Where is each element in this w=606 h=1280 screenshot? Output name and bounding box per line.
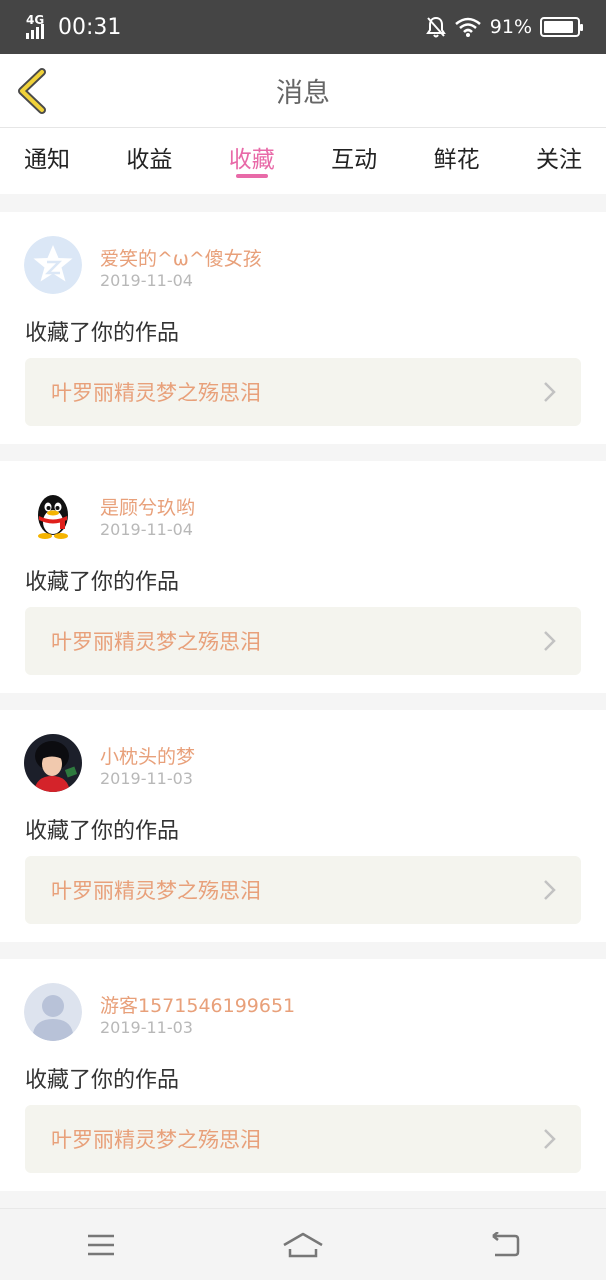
wifi-icon <box>454 17 481 37</box>
date: 2019-11-04 <box>100 520 193 539</box>
tab-notify[interactable]: 通知 <box>24 128 70 194</box>
action-text: 收藏了你的作品 <box>25 570 180 595</box>
chevron-right-icon <box>544 880 556 900</box>
user-name[interactable]: 是顾兮玖哟 <box>100 493 195 520</box>
user-name[interactable]: 游客1571546199651 <box>100 991 295 1018</box>
work-title: 叶罗丽精灵梦之殇思泪 <box>51 630 261 654</box>
home-button[interactable] <box>273 1225 333 1265</box>
work-link[interactable]: 叶罗丽精灵梦之殇思泪 <box>25 856 581 924</box>
list-item: 是顾兮玖哟 2019-11-04 收藏了你的作品 叶罗丽精灵梦之殇思泪 <box>0 461 606 693</box>
tab-flowers[interactable]: 鲜花 <box>434 128 480 194</box>
chevron-right-icon <box>544 1129 556 1149</box>
battery-percent: 91% <box>489 16 532 38</box>
work-title: 叶罗丽精灵梦之殇思泪 <box>51 381 261 405</box>
tab-favorites[interactable]: 收藏 <box>229 128 275 194</box>
header: 消息 <box>0 54 606 128</box>
battery-fill <box>544 21 574 33</box>
signal-icon: 4G <box>26 13 50 39</box>
status-bar: 4G 00:31 91% <box>0 0 606 54</box>
status-right: 91% <box>425 16 583 38</box>
date: 2019-11-04 <box>100 271 193 290</box>
action-text: 收藏了你的作品 <box>25 1068 180 1093</box>
status-left: 4G 00:31 <box>26 13 122 40</box>
qq-penguin-avatar[interactable] <box>24 485 82 543</box>
date: 2019-11-03 <box>100 1018 193 1037</box>
mute-bell-icon <box>425 16 446 38</box>
user-name[interactable]: 爱笑的^ω^傻女孩 <box>100 244 262 271</box>
chevron-right-icon <box>544 382 556 402</box>
menu-icon <box>88 1234 114 1255</box>
battery-icon <box>540 17 583 37</box>
chevron-right-icon <box>544 631 556 651</box>
list-item: 游客1571546199651 2019-11-03 收藏了你的作品 叶罗丽精灵… <box>0 959 606 1191</box>
action-text: 收藏了你的作品 <box>25 321 180 346</box>
user-name[interactable]: 小枕头的梦 <box>100 742 195 769</box>
list-item: 爱笑的^ω^傻女孩 2019-11-04 收藏了你的作品 叶罗丽精灵梦之殇思泪 <box>0 212 606 444</box>
default-person-avatar[interactable] <box>24 983 82 1041</box>
tab-bar: 通知 收益 收藏 互动 鲜花 关注 <box>0 128 606 194</box>
back-button[interactable] <box>475 1225 535 1265</box>
message-list: 爱笑的^ω^傻女孩 2019-11-04 收藏了你的作品 叶罗丽精灵梦之殇思泪 <box>0 212 606 1208</box>
clock: 00:31 <box>58 14 122 40</box>
work-link[interactable]: 叶罗丽精灵梦之殇思泪 <box>25 358 581 426</box>
chevron-left-icon[interactable] <box>14 68 54 114</box>
tab-follow[interactable]: 关注 <box>536 128 582 194</box>
qzone-avatar[interactable] <box>24 236 82 294</box>
work-title: 叶罗丽精灵梦之殇思泪 <box>51 1128 261 1152</box>
menu-button[interactable] <box>71 1225 131 1265</box>
tab-interaction[interactable]: 互动 <box>331 128 377 194</box>
tab-earnings[interactable]: 收益 <box>126 128 172 194</box>
action-text: 收藏了你的作品 <box>25 819 180 844</box>
work-link[interactable]: 叶罗丽精灵梦之殇思泪 <box>25 1105 581 1173</box>
page-title: 消息 <box>276 78 330 109</box>
date: 2019-11-03 <box>100 769 193 788</box>
work-link[interactable]: 叶罗丽精灵梦之殇思泪 <box>25 607 581 675</box>
photo-avatar[interactable] <box>24 734 82 792</box>
work-title: 叶罗丽精灵梦之殇思泪 <box>51 879 261 903</box>
system-nav-bar <box>0 1208 606 1280</box>
list-item: 小枕头的梦 2019-11-03 收藏了你的作品 叶罗丽精灵梦之殇思泪 <box>0 710 606 942</box>
home-icon <box>283 1232 323 1257</box>
back-icon <box>492 1231 520 1256</box>
